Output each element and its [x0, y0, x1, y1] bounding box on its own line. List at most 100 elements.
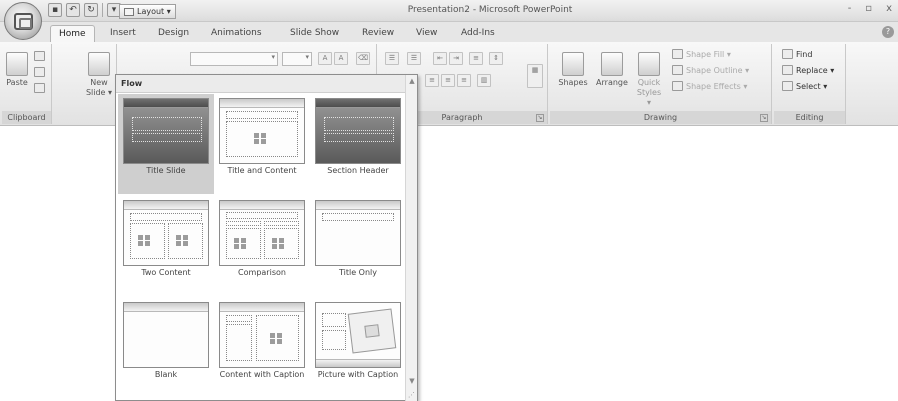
minimize-button[interactable]: -	[848, 3, 852, 14]
two-content-thumbnail	[123, 200, 209, 266]
decrease-indent-icon[interactable]: ⇤	[433, 52, 447, 65]
tab-view[interactable]: View	[408, 25, 445, 42]
content-icons	[138, 235, 158, 247]
gallery-scrollbar[interactable]: ▲ ▼	[405, 75, 417, 401]
tab-animations[interactable]: Animations	[203, 25, 270, 42]
align-left-icon[interactable]: ≡	[425, 74, 439, 87]
bullets-icon[interactable]: ☰	[385, 52, 399, 65]
font-name-combo[interactable]	[190, 52, 278, 66]
layout-item-picture-with-caption[interactable]: Picture with Caption	[310, 298, 406, 398]
layout-icon	[124, 7, 134, 16]
shape-effects-label: Shape Effects ▾	[686, 81, 748, 91]
columns-icon[interactable]: ▥	[477, 74, 491, 87]
picture-placeholder	[347, 308, 397, 354]
increase-indent-icon[interactable]: ⇥	[449, 52, 463, 65]
tab-design[interactable]: Design	[150, 25, 197, 42]
window-title: Presentation2 - Microsoft PowerPoint	[407, 5, 573, 15]
thumb-wave	[124, 303, 208, 312]
title-placeholder	[324, 117, 394, 131]
office-logo-icon	[14, 13, 33, 30]
section-header-thumbnail	[315, 98, 401, 164]
content-with-caption-thumbnail	[219, 302, 305, 368]
window-controls: - ▫ x	[848, 3, 892, 14]
quick-access-toolbar: ▪ ↶ ↻ ▾	[48, 3, 121, 17]
line-spacing-icon[interactable]: ≡	[469, 52, 483, 65]
layout-label: Layout ▾	[137, 7, 171, 16]
layout-item-comparison[interactable]: Comparison	[214, 196, 310, 296]
layout-item-section-header[interactable]: Section Header	[310, 94, 406, 194]
copy-button[interactable]	[34, 66, 45, 78]
replace-button[interactable]: Replace ▾	[782, 64, 834, 76]
tab-add-ins[interactable]: Add-Ins	[453, 25, 503, 42]
text-placeholder	[324, 133, 394, 142]
title-placeholder	[132, 117, 202, 131]
grow-font-icon[interactable]: A	[318, 52, 332, 65]
shapes-button[interactable]: Shapes	[558, 52, 588, 88]
new-slide-button[interactable]: New Slide ▾	[83, 52, 115, 98]
layout-label: Picture with Caption	[317, 370, 399, 379]
tab-home[interactable]: Home	[50, 25, 95, 42]
cut-button[interactable]	[34, 50, 45, 62]
layout-label: Content with Caption	[219, 370, 305, 379]
layout-item-content-with-caption[interactable]: Content with Caption	[214, 298, 310, 398]
paint-bucket-icon	[672, 49, 683, 59]
title-and-content-thumbnail	[219, 98, 305, 164]
layout-item-title-slide[interactable]: Title Slide	[118, 94, 214, 194]
content-icons	[270, 333, 290, 345]
layout-item-blank[interactable]: Blank	[118, 298, 214, 398]
theme-name-header: Flow	[116, 75, 406, 93]
paragraph-launcher-icon[interactable]: ↘	[536, 114, 544, 122]
picture-icon	[364, 324, 380, 338]
scroll-up-icon[interactable]: ▲	[406, 77, 418, 85]
caption-title-placeholder	[322, 313, 346, 327]
close-button[interactable]: x	[886, 3, 892, 14]
undo-icon[interactable]: ↶	[66, 3, 80, 17]
select-button[interactable]: Select ▾	[782, 80, 827, 92]
redo-icon[interactable]: ↻	[84, 3, 98, 17]
layout-item-two-content[interactable]: Two Content	[118, 196, 214, 296]
title-placeholder	[226, 111, 298, 119]
replace-icon	[782, 65, 793, 75]
font-size-combo[interactable]	[282, 52, 312, 66]
clear-formatting-icon[interactable]: ⌫	[356, 52, 370, 65]
resize-grip-icon[interactable]: ⋰	[408, 391, 415, 399]
caption-title-placeholder	[226, 315, 252, 322]
numbering-icon[interactable]: ☰	[407, 52, 421, 65]
cursor-icon	[782, 81, 793, 91]
format-painter-button[interactable]	[34, 82, 45, 94]
office-button[interactable]	[4, 2, 42, 40]
tab-insert[interactable]: Insert	[102, 25, 144, 42]
shrink-font-icon[interactable]: A	[334, 52, 348, 65]
shape-outline-button[interactable]: Shape Outline ▾	[672, 64, 749, 76]
text-direction-icon[interactable]: ⇕	[489, 52, 503, 65]
restore-button[interactable]: ▫	[865, 3, 872, 14]
paste-icon	[6, 52, 28, 76]
find-label: Find	[796, 49, 813, 59]
thumb-wave	[220, 201, 304, 210]
thumb-wave	[124, 99, 208, 108]
shape-effects-button[interactable]: Shape Effects ▾	[672, 80, 747, 92]
quick-styles-button[interactable]: Quick Styles ▾	[634, 52, 664, 108]
drawing-launcher-icon[interactable]: ↘	[760, 114, 768, 122]
find-button[interactable]: Find	[782, 48, 812, 60]
copy-icon	[34, 67, 45, 77]
toolbar-separator	[102, 3, 103, 17]
layout-button[interactable]: Layout ▾	[119, 4, 176, 19]
blank-thumbnail	[123, 302, 209, 368]
new-slide-icon	[88, 52, 110, 76]
layout-item-title-only[interactable]: Title Only	[310, 196, 406, 296]
arrange-label: Arrange	[596, 78, 628, 87]
tab-review[interactable]: Review	[354, 25, 402, 42]
paste-button[interactable]: Paste	[5, 52, 29, 88]
pen-icon	[672, 65, 683, 75]
tab-slide-show[interactable]: Slide Show	[282, 25, 347, 42]
layout-item-title-and-content[interactable]: Title and Content	[214, 94, 310, 194]
arrange-button[interactable]: Arrange	[594, 52, 630, 88]
shape-fill-button[interactable]: Shape Fill ▾	[672, 48, 731, 60]
align-right-icon[interactable]: ≡	[457, 74, 471, 87]
scroll-down-icon[interactable]: ▼	[406, 377, 418, 385]
smartart-icon[interactable]: ▦	[527, 64, 543, 88]
save-icon[interactable]: ▪	[48, 3, 62, 17]
align-center-icon[interactable]: ≡	[441, 74, 455, 87]
help-icon[interactable]: ?	[882, 26, 894, 38]
